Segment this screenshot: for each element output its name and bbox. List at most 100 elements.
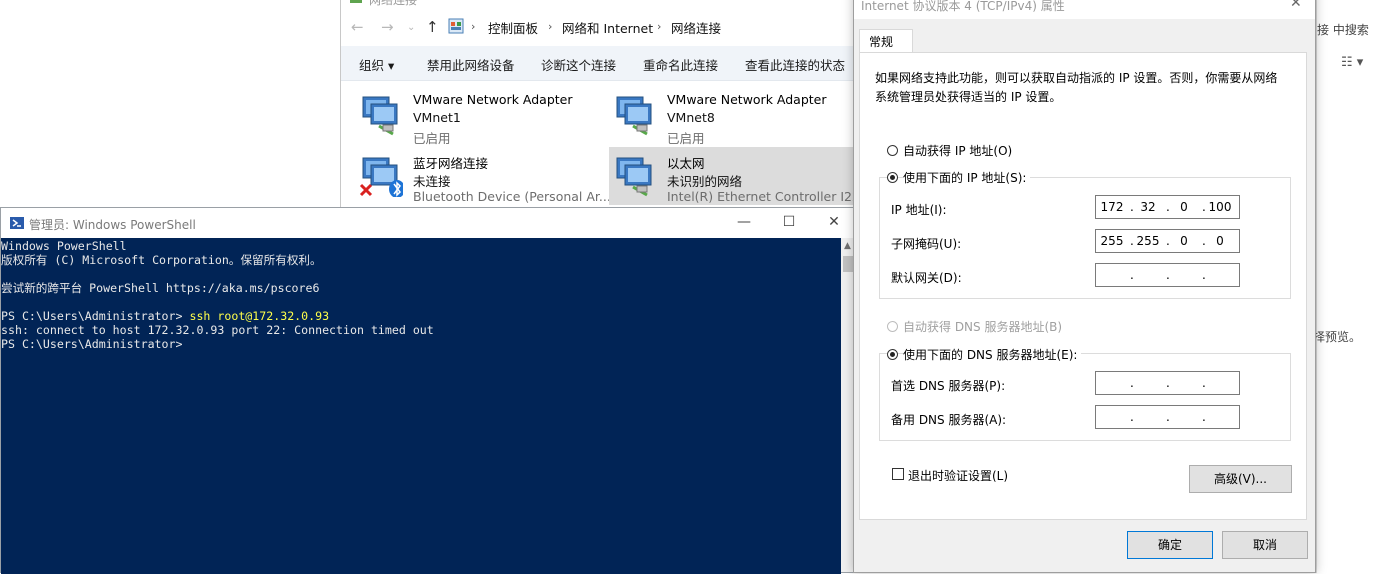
ip-octet: 172: [1100, 200, 1124, 214]
general-panel: 如果网络支持此功能，则可以获取自动指派的 IP 设置。否则，你需要从网络系统管理…: [859, 52, 1307, 520]
auto-dns-label[interactable]: 自动获得 DNS 服务器地址(B): [903, 318, 1062, 335]
explorer-title: 网络连接: [369, 0, 418, 7]
forward-arrow-icon[interactable]: →: [381, 18, 394, 36]
tab-label: 常规: [869, 35, 894, 49]
breadcrumb-control-panel[interactable]: 控制面板: [488, 18, 538, 37]
octet-dot: .: [1166, 410, 1170, 424]
gateway-input[interactable]: . . .: [1095, 263, 1240, 287]
breadcrumb-separator-icon: ›: [657, 20, 662, 33]
minimize-icon[interactable]: —: [733, 214, 755, 230]
control-panel-icon: [448, 18, 464, 34]
organize-menu[interactable]: 组织 ▾: [359, 55, 394, 74]
console-prompt: PS C:\Users\Administrator>: [1, 337, 183, 351]
manual-ip-label[interactable]: 使用下面的 IP 地址(S):: [903, 169, 1031, 186]
maximize-icon[interactable]: ☐: [778, 214, 800, 230]
breadcrumb-separator-icon: ›: [548, 20, 553, 33]
ip-address-label: IP 地址(I):: [891, 203, 947, 217]
up-arrow-icon[interactable]: ↑: [426, 18, 439, 36]
ip-octet: 0: [1180, 200, 1188, 214]
console-command: ssh root@172.32.0.93: [189, 309, 330, 323]
adapter-bluetooth[interactable]: 蓝牙网络连接 未连接 Bluetooth Device (Personal Ar…: [343, 147, 611, 205]
console-line: ssh: connect to host 172.32.0.93 port 22…: [1, 323, 434, 337]
adapter-subname: VMnet8: [667, 110, 715, 125]
diagnose-connection-button[interactable]: 诊断这个连接: [541, 55, 616, 74]
breadcrumb-separator-icon: ›: [471, 20, 476, 33]
mask-octet: 0: [1216, 234, 1224, 248]
ip-octet: 100: [1208, 200, 1232, 214]
octet-dot: .: [1202, 376, 1206, 390]
address-bar: ← → ⌄ ↑ › 控制面板 › 网络和 Internet › 网络连接: [341, 8, 861, 46]
search-box-text[interactable]: 接 中搜索: [1317, 21, 1369, 38]
network-adapter-icon: [362, 96, 398, 136]
breadcrumb-network-connections[interactable]: 网络连接: [671, 18, 721, 37]
preferred-dns-input[interactable]: . . .: [1095, 371, 1240, 395]
console-output[interactable]: Windows PowerShell 版权所有 (C) Microsoft Co…: [1, 238, 841, 574]
rename-connection-button[interactable]: 重命名此连接: [643, 55, 718, 74]
octet-dot: .: [1130, 268, 1134, 282]
auto-ip-radio[interactable]: [887, 145, 898, 156]
octet-dot: .: [1130, 376, 1134, 390]
adapter-status: Bluetooth Device (Personal Ar...: [413, 189, 611, 204]
dialog-title-bar[interactable]: Internet 协议版本 4 (TCP/IPv4) 属性 ✕: [854, 0, 1315, 19]
scroll-up-icon[interactable]: ▲: [844, 241, 851, 251]
adapter-name: VMware Network Adapter: [413, 92, 573, 107]
mask-octet: 255: [1136, 234, 1160, 248]
bluetooth-adapter-icon: [359, 157, 403, 197]
adapter-name: 以太网: [667, 156, 705, 171]
adapter-name: VMware Network Adapter: [667, 92, 827, 107]
back-arrow-icon[interactable]: ←: [351, 18, 364, 36]
octet-dot: .: [1202, 410, 1206, 424]
adapter-subname: 未识别的网络: [667, 174, 743, 189]
adapter-ethernet[interactable]: 以太网 未识别的网络 Intel(R) Ethernet Controller …: [609, 147, 872, 205]
octet-dot: .: [1166, 268, 1170, 282]
explorer-right-pane: 接 中搜索 ☷ ▾ 择预览。: [1313, 0, 1373, 573]
cancel-button[interactable]: 取消: [1222, 531, 1308, 559]
console-line: Windows PowerShell: [1, 239, 127, 253]
subnet-mask-input[interactable]: 255 . 255 . 0 . 0: [1095, 229, 1240, 253]
adapter-vmnet8[interactable]: VMware Network Adapter VMnet8 已启用: [597, 86, 842, 146]
ipv4-properties-dialog: Internet 协议版本 4 (TCP/IPv4) 属性 ✕ 常规 如果网络支…: [853, 0, 1316, 573]
dialog-title: Internet 协议版本 4 (TCP/IPv4) 属性: [861, 0, 1065, 13]
mask-octet: 255: [1100, 234, 1124, 248]
preview-pane-text: 择预览。: [1313, 330, 1362, 344]
preferred-dns-label: 首选 DNS 服务器(P):: [891, 379, 1006, 393]
alternate-dns-label: 备用 DNS 服务器(A):: [891, 413, 1007, 427]
adapter-name: 蓝牙网络连接: [413, 156, 489, 171]
auto-dns-radio[interactable]: [887, 321, 898, 332]
powershell-window: 管理员: Windows PowerShell — ☐ ✕ Windows Po…: [0, 207, 857, 574]
adapter-vmnet1[interactable]: VMware Network Adapter VMnet1 已启用: [343, 86, 588, 146]
auto-ip-label[interactable]: 自动获得 IP 地址(O): [903, 142, 1012, 159]
manual-dns-radio[interactable]: [887, 349, 898, 360]
disable-device-button[interactable]: 禁用此网络设备: [427, 55, 515, 74]
validate-on-exit-label[interactable]: 退出时验证设置(L): [908, 467, 1008, 484]
console-line: 版权所有 (C) Microsoft Corporation。保留所有权利。: [1, 253, 322, 267]
view-options-icon[interactable]: ☷ ▾: [1341, 55, 1363, 70]
close-icon[interactable]: ✕: [1290, 0, 1302, 11]
network-folder-icon: [350, 0, 362, 3]
ok-button[interactable]: 确定: [1127, 531, 1213, 559]
tab-general[interactable]: 常规: [859, 29, 913, 53]
powershell-icon: [10, 217, 24, 229]
advanced-button[interactable]: 高级(V)...: [1189, 465, 1292, 493]
recent-chevron-icon[interactable]: ⌄: [407, 22, 415, 33]
close-icon[interactable]: ✕: [823, 214, 845, 230]
command-bar: 组织 ▾ 禁用此网络设备 诊断这个连接 重命名此连接 查看此连接的状态: [341, 46, 861, 81]
powershell-title: 管理员: Windows PowerShell: [29, 218, 196, 232]
adapter-status: Intel(R) Ethernet Controller I22...: [667, 189, 872, 204]
mask-octet: 0: [1180, 234, 1188, 248]
adapter-status: 已启用: [413, 131, 451, 146]
validate-on-exit-checkbox[interactable]: [892, 468, 904, 480]
adapter-subname: 未连接: [413, 174, 451, 189]
explorer-title-bar: 网络连接: [341, 0, 861, 8]
octet-dot: .: [1130, 410, 1134, 424]
manual-dns-label[interactable]: 使用下面的 DNS 服务器地址(E):: [903, 346, 1082, 363]
ip-octet: 32: [1140, 200, 1156, 214]
view-status-button[interactable]: 查看此连接的状态: [745, 55, 845, 74]
network-adapter-icon: [616, 96, 652, 136]
subnet-mask-label: 子网掩码(U):: [891, 237, 962, 251]
ip-address-input[interactable]: 172 . 32 . 0 . 100: [1095, 195, 1240, 219]
breadcrumb-network-internet[interactable]: 网络和 Internet: [562, 18, 653, 37]
powershell-title-bar[interactable]: 管理员: Windows PowerShell — ☐ ✕: [1, 208, 856, 238]
alternate-dns-input[interactable]: . . .: [1095, 405, 1240, 429]
manual-ip-radio[interactable]: [887, 172, 898, 183]
